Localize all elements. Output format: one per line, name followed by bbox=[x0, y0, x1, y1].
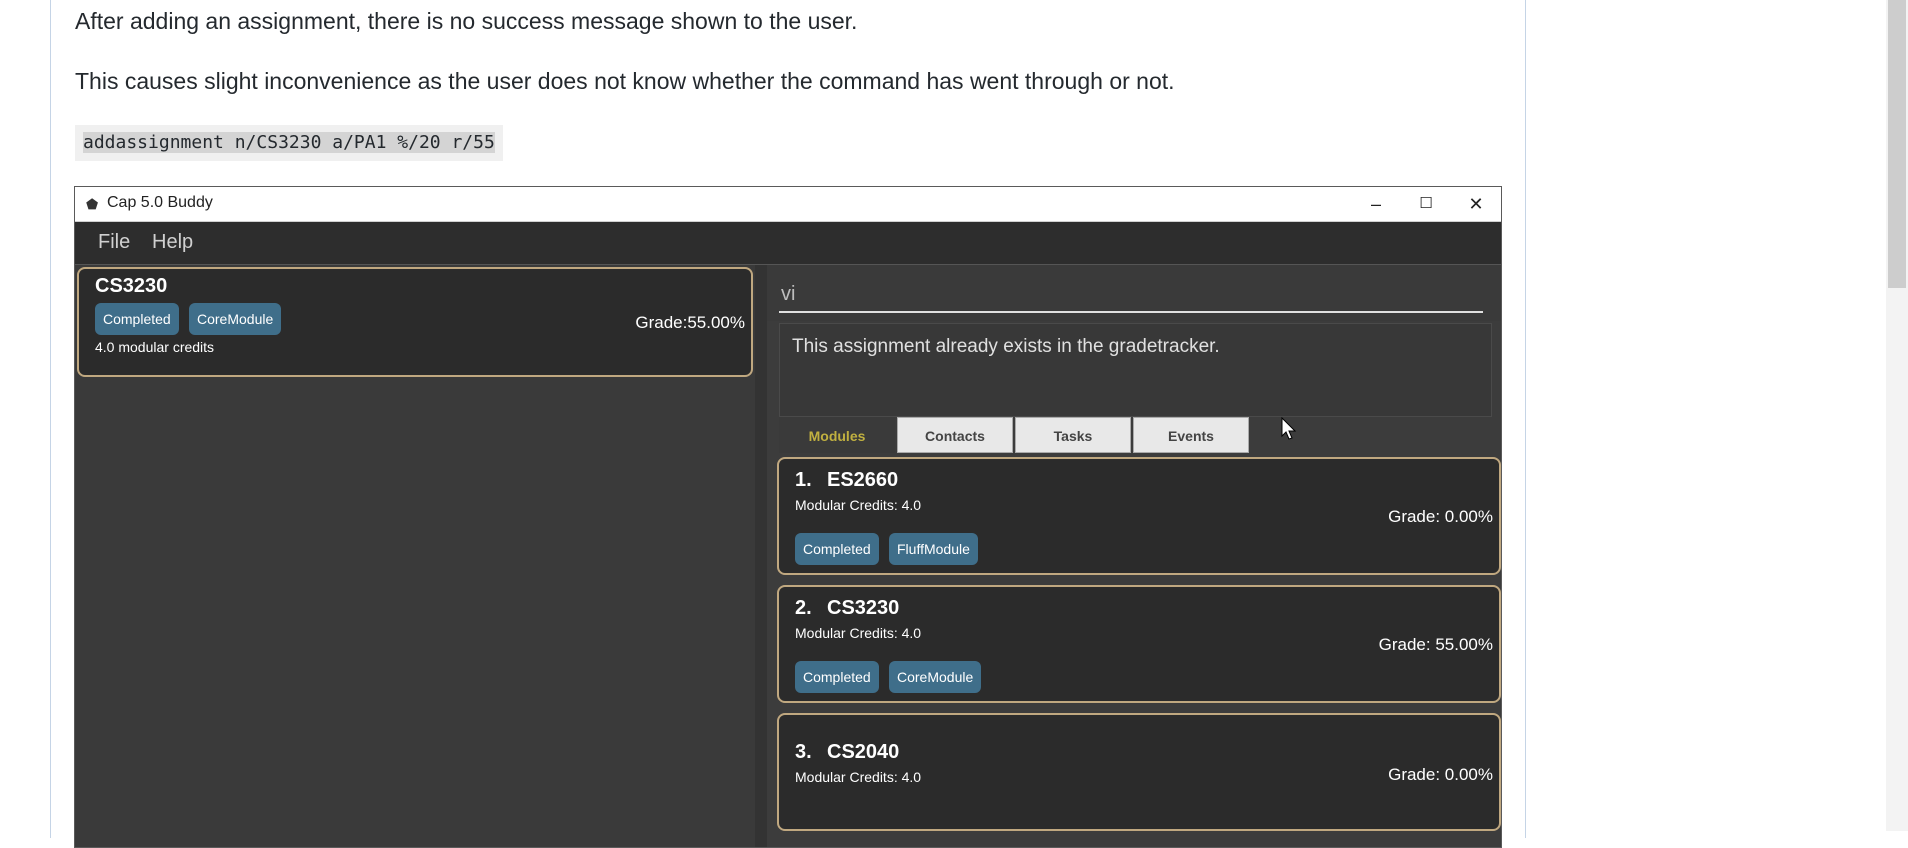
tag-completed: Completed bbox=[95, 303, 179, 335]
result-display: This assignment already exists in the gr… bbox=[779, 323, 1492, 417]
command-input[interactable] bbox=[779, 277, 1483, 313]
tab-modules[interactable]: Modules bbox=[779, 417, 895, 453]
tab-events[interactable]: Events bbox=[1133, 417, 1249, 453]
title-bar: ⬟ Cap 5.0 Buddy – ☐ ✕ bbox=[75, 187, 1501, 222]
command-box bbox=[767, 265, 1501, 321]
module-card[interactable]: 1. ES2660 Modular Credits: 4.0 Grade: 0.… bbox=[777, 457, 1501, 575]
article-paragraph-2: This causes slight inconvenience as the … bbox=[75, 68, 1175, 94]
page-scrollbar[interactable] bbox=[1886, 0, 1908, 831]
pane-divider[interactable] bbox=[755, 265, 767, 847]
mouse-cursor-icon bbox=[1281, 417, 1297, 440]
module-credits: Modular Credits: 4.0 bbox=[795, 769, 922, 785]
app-window-screenshot: ⬟ Cap 5.0 Buddy – ☐ ✕ File Help CS3230 C… bbox=[74, 186, 1502, 848]
tag-coremodule: CoreModule bbox=[189, 303, 282, 335]
module-grade: Grade: 0.00% bbox=[1388, 507, 1493, 526]
selected-module-grade: Grade:55.00% bbox=[635, 313, 745, 332]
tag-completed: Completed bbox=[795, 533, 879, 565]
minimize-button[interactable]: – bbox=[1353, 189, 1399, 219]
menu-help[interactable]: Help bbox=[152, 231, 193, 254]
menu-bar: File Help bbox=[75, 222, 1501, 265]
maximize-button[interactable]: ☐ bbox=[1403, 189, 1449, 219]
module-credits: Modular Credits: 4.0 bbox=[795, 497, 922, 513]
app-logo-icon: ⬟ bbox=[86, 196, 99, 212]
article-paragraph-1: After adding an assignment, there is no … bbox=[75, 8, 858, 34]
module-card[interactable]: 2. CS3230 Modular Credits: 4.0 Grade: 55… bbox=[777, 585, 1501, 703]
module-detail-pane: CS3230 Completed CoreModule 4.0 modular … bbox=[75, 265, 755, 847]
module-card[interactable]: 3. CS2040 Modular Credits: 4.0 Grade: 0.… bbox=[777, 713, 1501, 831]
code-snippet-text: addassignment n/CS3230 a/PA1 %/20 r/55 bbox=[83, 132, 495, 153]
selected-module-card[interactable]: CS3230 Completed CoreModule 4.0 modular … bbox=[77, 267, 753, 377]
main-pane: This assignment already exists in the gr… bbox=[767, 265, 1501, 847]
module-code: CS2040 bbox=[827, 741, 900, 763]
result-message: This assignment already exists in the gr… bbox=[792, 336, 1220, 357]
selected-module-code: CS3230 bbox=[95, 275, 168, 297]
module-index: 2. bbox=[795, 597, 812, 619]
window-title: Cap 5.0 Buddy bbox=[107, 194, 213, 211]
selected-module-credits: 4.0 modular credits bbox=[95, 339, 215, 355]
tag-completed: Completed bbox=[795, 661, 879, 693]
menu-file[interactable]: File bbox=[98, 231, 130, 254]
module-index: 1. bbox=[795, 469, 812, 491]
code-snippet: addassignment n/CS3230 a/PA1 %/20 r/55 bbox=[75, 125, 503, 161]
module-credits: Modular Credits: 4.0 bbox=[795, 625, 922, 641]
module-code: CS3230 bbox=[827, 597, 900, 619]
close-button[interactable]: ✕ bbox=[1453, 189, 1499, 219]
tag-fluffmodule: FluffModule bbox=[889, 533, 978, 565]
page-scrollbar-thumb[interactable] bbox=[1888, 0, 1906, 288]
module-code: ES2660 bbox=[827, 469, 899, 491]
module-grade: Grade: 0.00% bbox=[1388, 765, 1493, 784]
tab-tasks[interactable]: Tasks bbox=[1015, 417, 1131, 453]
module-index: 3. bbox=[795, 741, 812, 763]
tag-coremodule: CoreModule bbox=[889, 661, 982, 693]
module-grade: Grade: 55.00% bbox=[1378, 635, 1493, 654]
tab-contacts[interactable]: Contacts bbox=[897, 417, 1013, 453]
